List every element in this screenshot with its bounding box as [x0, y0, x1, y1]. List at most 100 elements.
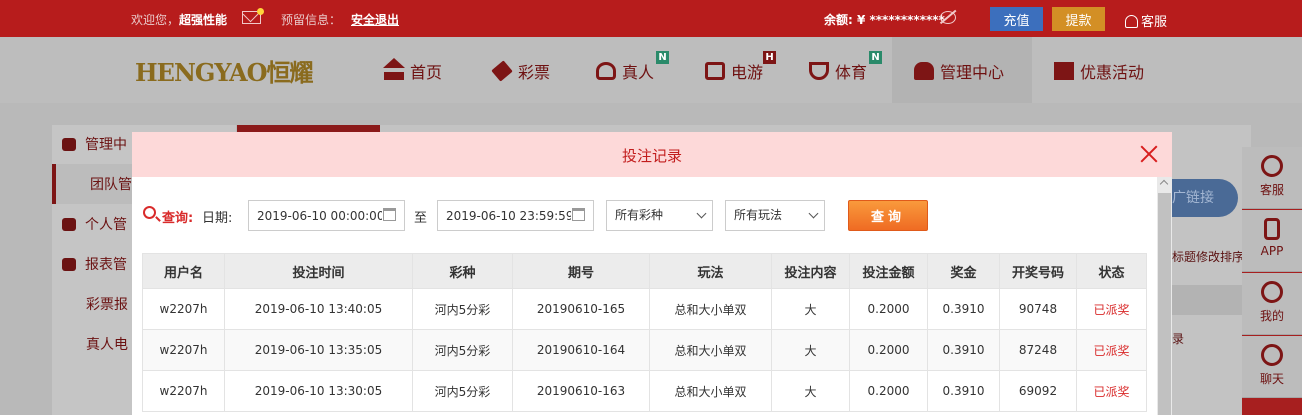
cell-status: 已派奖 [1076, 370, 1147, 412]
float-service-button[interactable]: 客服 [1242, 147, 1302, 209]
close-icon[interactable] [1139, 144, 1159, 164]
reserved-info-label: 预留信息： [281, 13, 342, 27]
background-band [1172, 285, 1251, 315]
cell-amount: 0.2000 [849, 329, 928, 371]
cell-play: 总和大小单双 [649, 329, 772, 371]
column-header: 彩种 [412, 253, 513, 289]
background-hint: 标题修改排序 [1172, 250, 1245, 264]
column-header: 奖金 [927, 253, 1000, 289]
table-header-row: 用户名 投注时间 彩种 期号 玩法 投注内容 投注金额 奖金 开奖号码 状态 [142, 253, 1147, 289]
table-row[interactable]: w2207h 2019-06-10 13:35:05 河内5分彩 2019061… [142, 329, 1147, 371]
calendar-icon[interactable] [383, 208, 396, 221]
float-app-button[interactable]: APP [1242, 210, 1302, 272]
nav-item-home[interactable]: 首页 [383, 58, 442, 83]
top-bar: 欢迎您，超强性能 预留信息： 安全退出 余额: ¥ ************ 充… [0, 0, 1302, 37]
team-icon [914, 62, 934, 80]
column-header: 玩法 [649, 253, 772, 289]
cell-prize: 0.3910 [927, 370, 1000, 412]
main-nav: HENGYAO恒耀 首页 彩票 真人 N 电游 H 体育 N 管理中心 优惠活动 [0, 37, 1302, 103]
cell-lottery: 河内5分彩 [412, 370, 513, 412]
nav-item-management[interactable]: 管理中心 [914, 59, 1004, 83]
chevron-down-icon [808, 208, 819, 219]
cell-amount: 0.2000 [849, 370, 928, 412]
hide-balance-eye-icon[interactable] [940, 11, 956, 24]
nav-item-promotions[interactable]: 优惠活动 [1054, 59, 1144, 83]
cell-draw-number: 90748 [999, 288, 1077, 330]
cell-username: w2207h [142, 288, 225, 330]
background-record-text: 录 [1172, 332, 1185, 346]
cell-username: w2207h [142, 370, 225, 412]
query-button[interactable]: 查询 [848, 200, 928, 231]
live-dealer-icon [596, 62, 616, 80]
withdraw-button[interactable]: 提款 [1052, 7, 1105, 31]
cell-play: 总和大小单双 [649, 370, 772, 412]
cell-amount: 0.2000 [849, 288, 928, 330]
username: 超强性能 [179, 13, 228, 27]
trophy-icon [809, 62, 829, 80]
home-icon [383, 58, 405, 80]
ticket-icon [491, 60, 513, 82]
column-header: 用户名 [142, 253, 225, 289]
float-chat-button[interactable]: 聊天 [1242, 336, 1302, 398]
cell-play: 总和大小单双 [649, 288, 772, 330]
column-header: 投注金额 [849, 253, 928, 289]
calendar-icon[interactable] [572, 208, 585, 221]
table-row[interactable]: w2207h 2019-06-10 13:40:05 河内5分彩 2019061… [142, 288, 1147, 330]
new-badge: N [869, 51, 882, 64]
cell-content: 大 [771, 370, 850, 412]
search-icon [143, 206, 156, 219]
logout-link[interactable]: 安全退出 [351, 11, 399, 28]
play-type-select[interactable]: 所有玩法 [725, 200, 825, 231]
cell-draw-number: 69092 [999, 370, 1077, 412]
column-header: 投注时间 [224, 253, 413, 289]
nav-item-live[interactable]: 真人 N [596, 51, 669, 83]
new-badge: N [656, 51, 669, 64]
slot-machine-icon [705, 62, 725, 80]
column-header: 开奖号码 [999, 253, 1077, 289]
nav-item-slots[interactable]: 电游 H [705, 51, 776, 83]
cell-content: 大 [771, 329, 850, 371]
user-icon [62, 217, 76, 231]
bet-records-table: 用户名 投注时间 彩种 期号 玩法 投注内容 投注金额 奖金 开奖号码 状态 w… [142, 253, 1147, 412]
balance-text: 余额: ¥ ************ [824, 13, 945, 27]
cell-prize: 0.3910 [927, 288, 1000, 330]
site-logo[interactable]: HENGYAO恒耀 [135, 53, 341, 87]
modal-scrollbar[interactable] [1157, 177, 1172, 415]
cell-username: w2207h [142, 329, 225, 371]
table-row[interactable]: w2207h 2019-06-10 13:30:05 河内5分彩 2019061… [142, 370, 1147, 412]
scroll-up-arrow-icon[interactable] [1159, 179, 1169, 189]
cell-issue: 20190610-165 [512, 288, 650, 330]
team-icon [62, 137, 76, 151]
bet-records-modal: 投注记录 查询: 日期: 至 所有彩种 所有玩法 查询 用户名 投注时间 彩种 … [132, 132, 1172, 415]
cell-bet-time: 2019-06-10 13:40:05 [224, 288, 413, 330]
end-date-input[interactable] [437, 200, 594, 231]
headset-icon [1125, 15, 1138, 28]
recharge-button[interactable]: 充值 [990, 7, 1043, 31]
customer-service-link[interactable]: 客服 [1125, 11, 1167, 30]
report-icon [62, 257, 76, 271]
query-bar: 查询: 日期: 至 所有彩种 所有玩法 查询 [142, 200, 942, 231]
column-header: 投注内容 [771, 253, 850, 289]
cell-status: 已派奖 [1076, 288, 1147, 330]
column-header: 期号 [512, 253, 650, 289]
query-label: 查询: [162, 211, 194, 226]
cell-status: 已派奖 [1076, 329, 1147, 371]
nav-item-lottery[interactable]: 彩票 [491, 59, 550, 83]
cell-draw-number: 87248 [999, 329, 1077, 371]
nav-item-sports[interactable]: 体育 N [809, 51, 882, 83]
user-icon [1261, 281, 1283, 303]
start-date-input[interactable] [248, 200, 405, 231]
cell-content: 大 [771, 288, 850, 330]
scroll-thumb[interactable] [1158, 193, 1171, 415]
cell-lottery: 河内5分彩 [412, 329, 513, 371]
cell-lottery: 河内5分彩 [412, 288, 513, 330]
welcome-text: 欢迎您，超强性能 [131, 13, 228, 27]
chat-icon [1261, 344, 1283, 366]
float-mine-button[interactable]: 我的 [1242, 273, 1302, 335]
headset-icon [1261, 155, 1283, 177]
cell-prize: 0.3910 [927, 329, 1000, 371]
cell-bet-time: 2019-06-10 13:30:05 [224, 370, 413, 412]
modal-title: 投注记录 [621, 147, 682, 165]
chevron-down-icon [696, 208, 707, 219]
lottery-type-select[interactable]: 所有彩种 [606, 200, 713, 231]
